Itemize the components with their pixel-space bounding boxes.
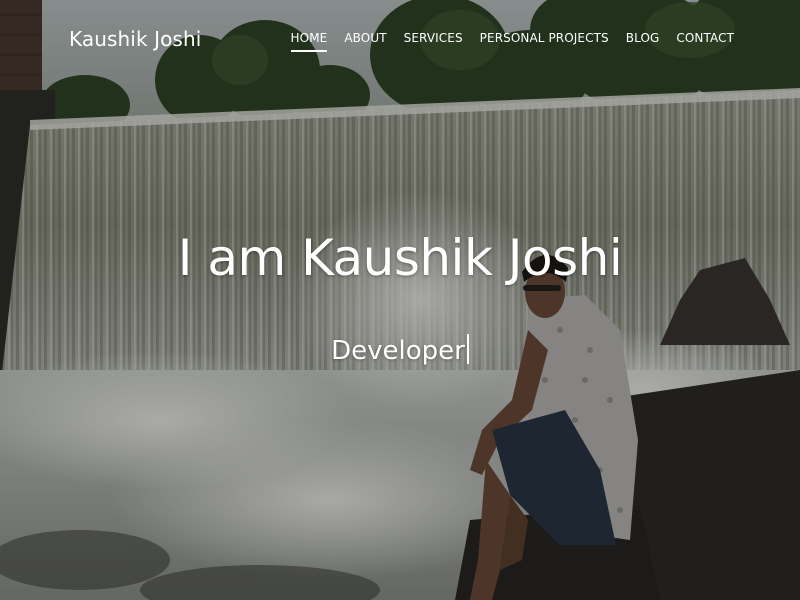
typed-role-text: Developer <box>331 336 465 366</box>
nav-item-services: SERVICES <box>404 31 463 52</box>
nav-item-personal-projects: PERSONAL PROJECTS <box>480 31 609 52</box>
hero-dark-overlay <box>0 0 800 600</box>
nav-link-personal-projects[interactable]: PERSONAL PROJECTS <box>480 31 609 52</box>
nav-item-home: HOME <box>290 31 328 52</box>
hero-title: I am Kaushik Joshi <box>177 229 623 287</box>
typing-cursor <box>466 334 469 364</box>
nav-item-blog: BLOG <box>626 31 660 52</box>
hero-typed-subtitle: Developer <box>0 333 800 369</box>
nav-item-about: ABOUT <box>344 31 386 52</box>
hero-section: Kaushik Joshi HOME ABOUT SERVICES PERSON… <box>0 0 800 600</box>
top-navbar: Kaushik Joshi HOME ABOUT SERVICES PERSON… <box>0 0 800 80</box>
nav-link-blog[interactable]: BLOG <box>626 31 660 52</box>
main-nav: HOME ABOUT SERVICES PERSONAL PROJECTS BL… <box>290 31 734 52</box>
nav-item-contact: CONTACT <box>676 31 734 52</box>
nav-link-about[interactable]: ABOUT <box>344 31 386 52</box>
nav-link-home[interactable]: HOME <box>290 31 328 52</box>
brand-logo-link[interactable]: Kaushik Joshi <box>69 27 201 51</box>
nav-link-services[interactable]: SERVICES <box>404 31 463 52</box>
nav-link-contact[interactable]: CONTACT <box>676 31 734 52</box>
